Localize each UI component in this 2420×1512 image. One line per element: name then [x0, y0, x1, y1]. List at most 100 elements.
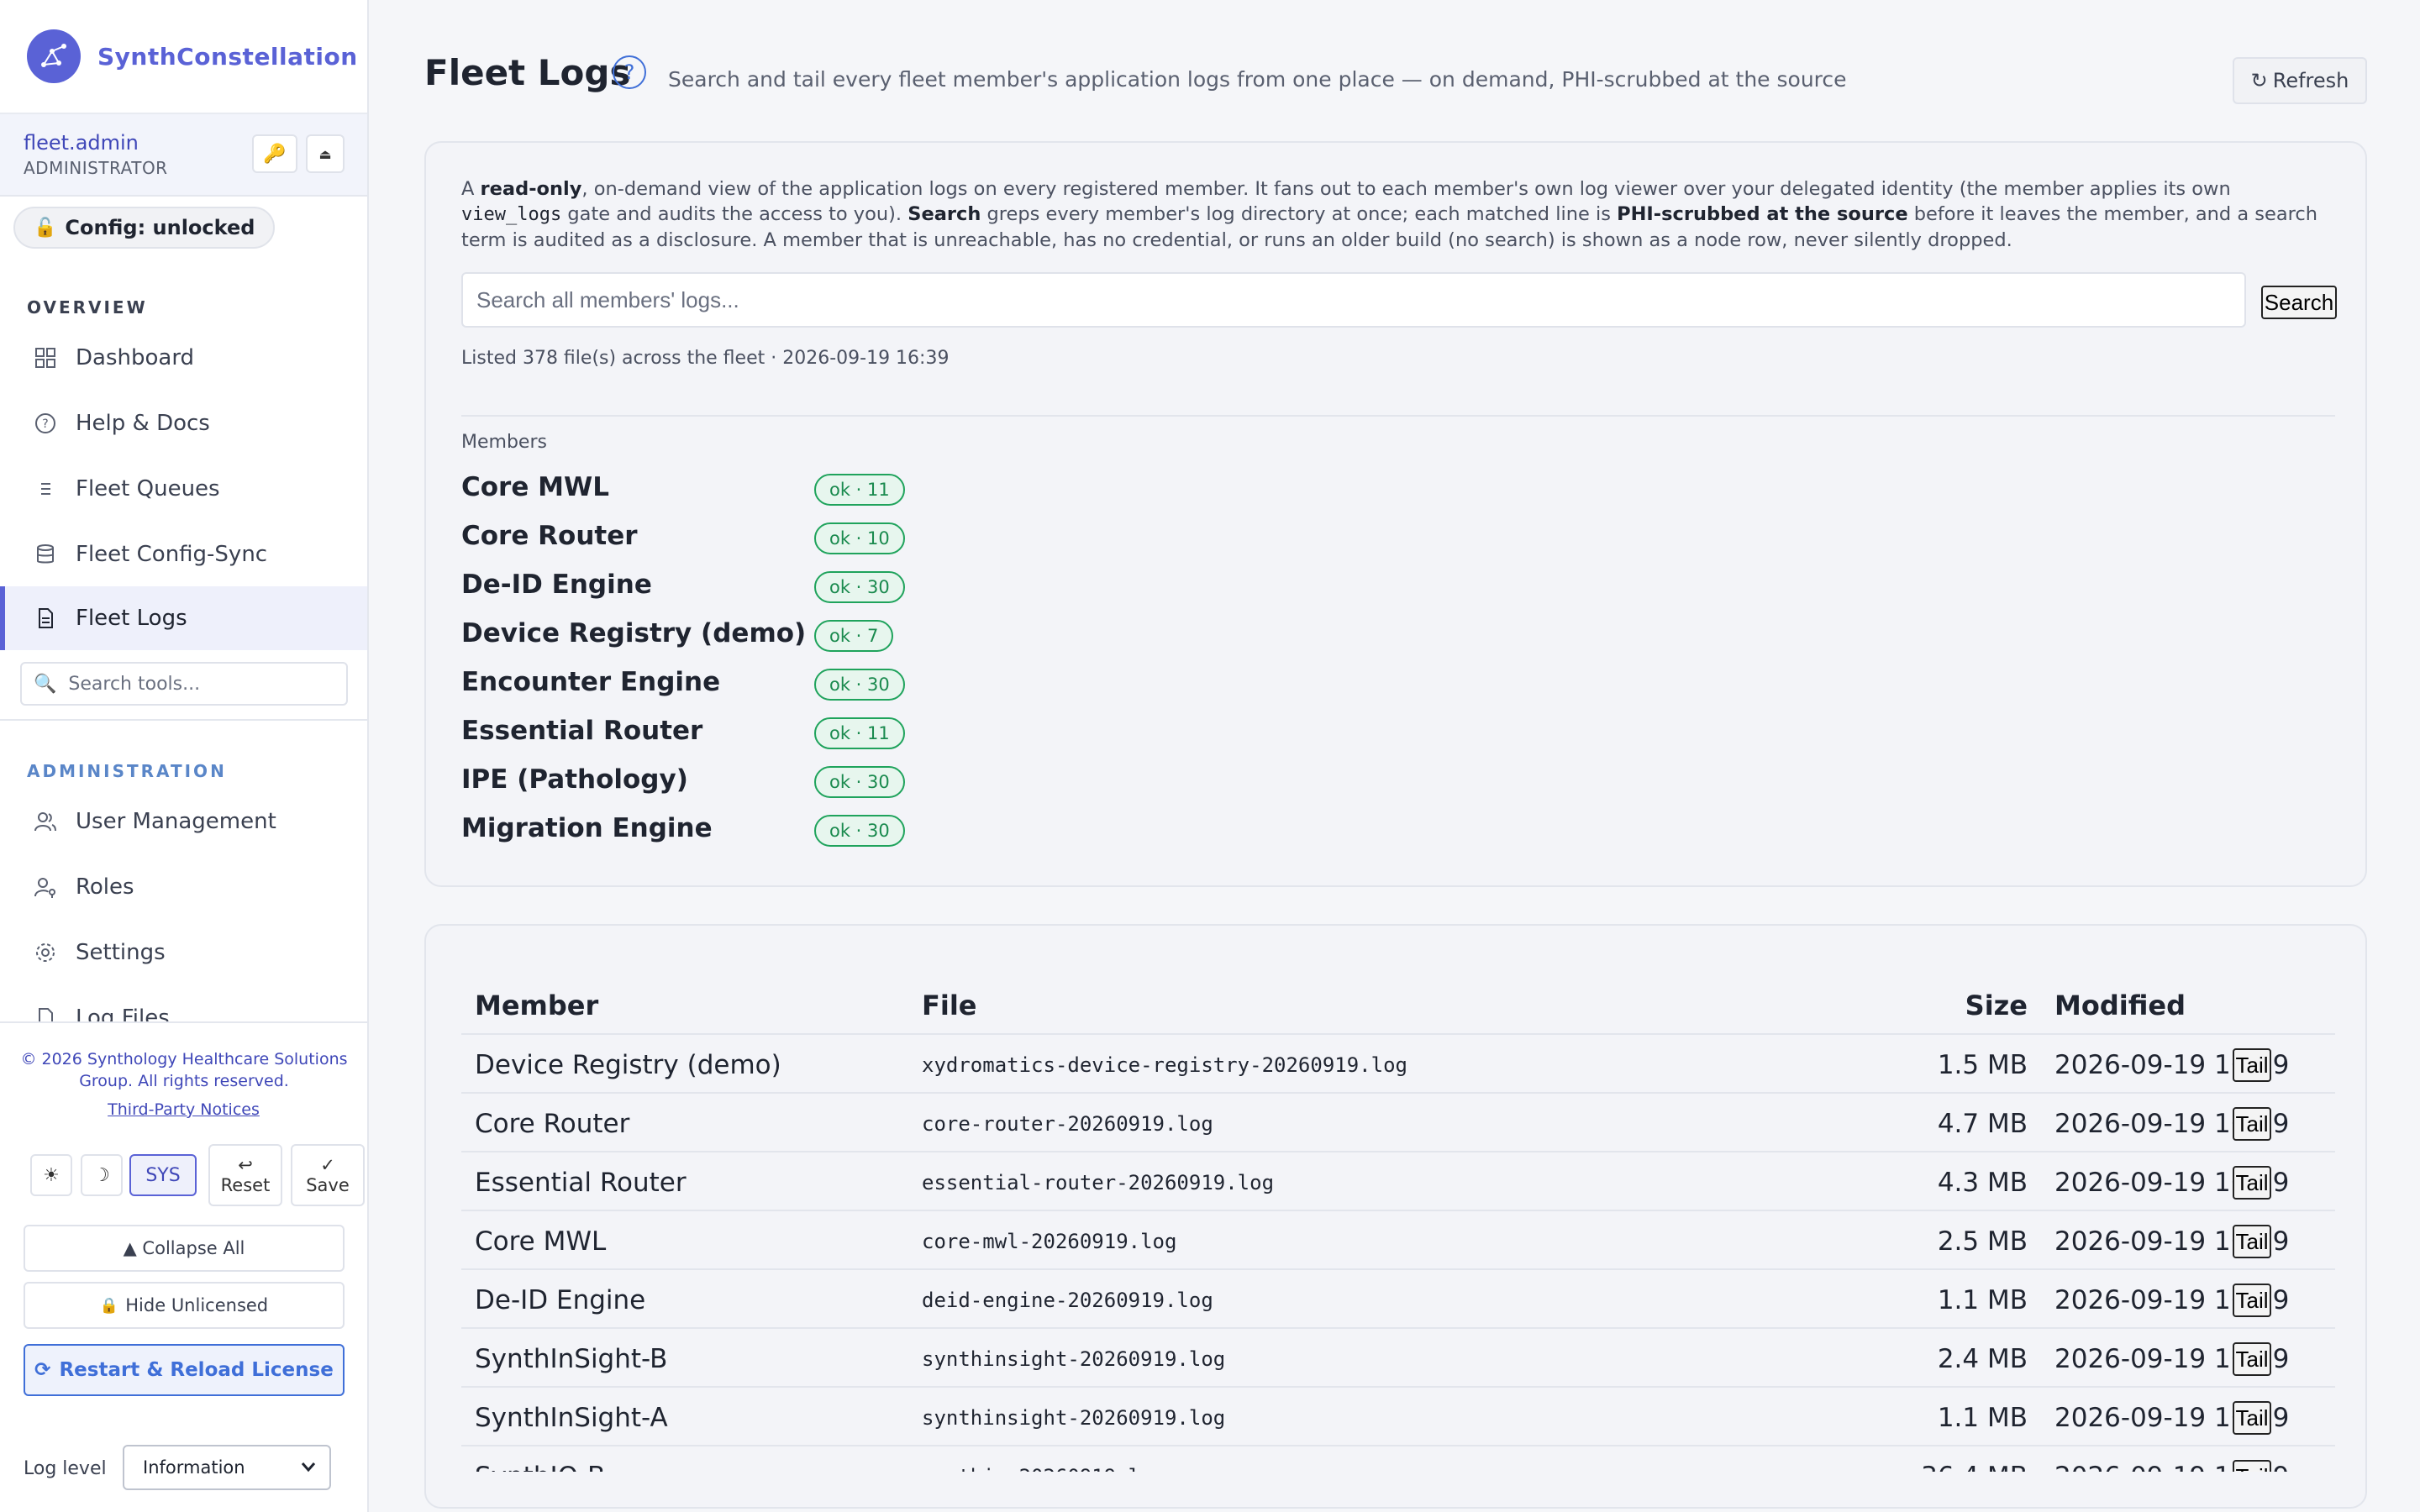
row-file: synthio-20260919.log	[922, 1465, 1165, 1472]
search-icon: 🔍	[34, 673, 57, 695]
tail-button[interactable]: Tail	[2233, 1048, 2271, 1082]
gear-icon	[32, 939, 59, 966]
restart-reload-license-button[interactable]: ⟳ Restart & Reload License	[24, 1344, 345, 1396]
constellation-logo-icon	[27, 29, 81, 83]
sidebar: SynthConstellation fleet.admin ADMINISTR…	[0, 0, 369, 1512]
table-row: Core Router core-router-20260919.log 4.7…	[461, 1092, 2335, 1151]
sidebar-item-label: Dashboard	[76, 345, 195, 370]
collapse-all-button[interactable]: ▲ Collapse All	[24, 1225, 345, 1272]
sidebar-item-label: Fleet Config-Sync	[76, 542, 268, 567]
search-button[interactable]: Search	[2261, 286, 2337, 319]
member-name: IPE (Pathology)	[461, 764, 688, 795]
hide-unlicensed-button[interactable]: 🔒 Hide Unlicensed	[24, 1282, 345, 1329]
theme-light-button[interactable]: ☀	[30, 1154, 72, 1196]
table-row: Essential Router essential-router-202609…	[461, 1151, 2335, 1210]
config-status-pill[interactable]: 🔓 Config: unlocked	[13, 207, 276, 249]
refresh-button[interactable]: ↻ Refresh	[2233, 57, 2367, 104]
sidebar-item-help-docs[interactable]: ? Help & Docs	[0, 391, 367, 455]
sidebar-item-label: Fleet Queues	[76, 476, 220, 501]
sidebar-divider	[0, 1021, 367, 1023]
row-member: De-ID Engine	[475, 1285, 646, 1315]
key-button[interactable]: 🔑	[252, 134, 297, 173]
row-size: 2.4 MB	[1937, 1344, 2028, 1374]
copyright-text: © 2026 Synthology Healthcare Solutions G…	[20, 1050, 348, 1090]
log-level-label: Log level	[24, 1458, 107, 1479]
card-divider	[461, 415, 2335, 417]
row-file: deid-engine-20260919.log	[922, 1289, 1213, 1312]
member-name: Core MWL	[461, 472, 609, 502]
file-icon	[32, 1005, 59, 1023]
reset-button[interactable]: ↩ Reset	[208, 1144, 282, 1206]
row-member: Essential Router	[475, 1168, 687, 1198]
member-row: Core MWL ok · 11	[461, 467, 1218, 509]
row-size: 2.5 MB	[1937, 1226, 2028, 1257]
brand[interactable]: SynthConstellation	[0, 0, 367, 114]
column-header-member: Member	[475, 990, 599, 1021]
sidebar-item-fleet-logs[interactable]: Fleet Logs	[0, 586, 367, 650]
row-size: 1.5 MB	[1937, 1050, 2028, 1080]
eject-button[interactable]: ⏏	[306, 134, 345, 173]
theme-system-label: SYS	[145, 1164, 181, 1186]
unlock-icon: 🔓	[34, 217, 57, 239]
member-row: Essential Router ok · 11	[461, 711, 1218, 753]
tail-button[interactable]: Tail	[2233, 1284, 2271, 1317]
theme-system-button[interactable]: SYS	[129, 1154, 197, 1196]
row-size: 1.1 MB	[1937, 1403, 2028, 1433]
tail-button[interactable]: Tail	[2233, 1460, 2271, 1472]
tail-button[interactable]: Tail	[2233, 1166, 2271, 1200]
member-row: Device Registry (demo) ok · 7	[461, 613, 1218, 655]
table-row: Device Registry (demo) xydromatics-devic…	[461, 1033, 2335, 1092]
chevron-down-icon	[299, 1457, 318, 1480]
help-circle-icon: ?	[32, 410, 59, 437]
row-member: Core MWL	[475, 1226, 607, 1257]
member-name: De-ID Engine	[461, 570, 652, 600]
sidebar-item-label: Settings	[76, 940, 166, 965]
listed-files-summary: Listed 378 file(s) across the fleet · 20…	[461, 348, 950, 369]
sidebar-scroll-clip: Log Files	[0, 986, 367, 1023]
sidebar-item-fleet-config-sync[interactable]: Fleet Config-Sync	[0, 522, 367, 586]
row-member: SynthInSight-B	[475, 1344, 668, 1374]
member-name: Migration Engine	[461, 813, 713, 843]
tail-button[interactable]: Tail	[2233, 1225, 2271, 1258]
fleet-log-search-input[interactable]	[461, 272, 2246, 328]
table-row: SynthInSight-B synthinsight-20260919.log…	[461, 1327, 2335, 1386]
sidebar-item-fleet-queues[interactable]: Fleet Queues	[0, 457, 367, 521]
sidebar-item-user-management[interactable]: User Management	[0, 790, 367, 853]
tail-button[interactable]: Tail	[2233, 1107, 2271, 1141]
column-header-size: Size	[1965, 990, 2028, 1021]
undo-icon: ↩	[238, 1155, 253, 1175]
row-member: SynthInSight-A	[475, 1403, 668, 1433]
row-file: xydromatics-device-registry-20260919.log	[922, 1053, 1407, 1077]
status-badge: ok · 11	[814, 474, 905, 506]
list-icon	[32, 475, 59, 502]
sidebar-item-label: Fleet Logs	[76, 606, 187, 631]
info-description: A read-only, on-demand view of the appli…	[461, 178, 2318, 251]
member-name: Core Router	[461, 521, 638, 551]
moon-icon: ☽	[93, 1164, 110, 1186]
tail-button[interactable]: Tail	[2233, 1342, 2271, 1376]
column-header-modified: Modified	[2054, 990, 2186, 1021]
sidebar-item-settings[interactable]: Settings	[0, 921, 367, 984]
sidebar-item-label: Roles	[76, 874, 134, 900]
svg-text:?: ?	[42, 417, 48, 431]
sidebar-item-log-files[interactable]: Log Files	[0, 986, 367, 1023]
refresh-icon: ↻	[2250, 69, 2268, 92]
check-icon: ✓	[320, 1155, 335, 1175]
third-party-notices-link[interactable]: Third-Party Notices	[0, 1100, 367, 1119]
theme-dark-button[interactable]: ☽	[81, 1154, 123, 1196]
status-badge: ok · 30	[814, 571, 905, 603]
sidebar-item-dashboard[interactable]: Dashboard	[0, 326, 367, 390]
sidebar-divider	[0, 719, 367, 721]
help-icon[interactable]: ?	[613, 55, 646, 89]
log-level-select[interactable]: Information	[123, 1445, 331, 1490]
status-badge: ok · 30	[814, 669, 905, 701]
app-name: SynthConstellation	[97, 42, 358, 71]
lock-icon: 🔒	[99, 1296, 119, 1315]
reset-label: Reset	[220, 1175, 271, 1195]
status-badge: ok · 11	[814, 717, 905, 749]
save-button[interactable]: ✓ Save	[291, 1144, 365, 1206]
status-badge: ok · 30	[814, 766, 905, 798]
sidebar-item-roles[interactable]: Roles	[0, 855, 367, 919]
tail-button[interactable]: Tail	[2233, 1401, 2271, 1435]
tool-search-input[interactable]: 🔍 Search tools...	[20, 662, 348, 706]
